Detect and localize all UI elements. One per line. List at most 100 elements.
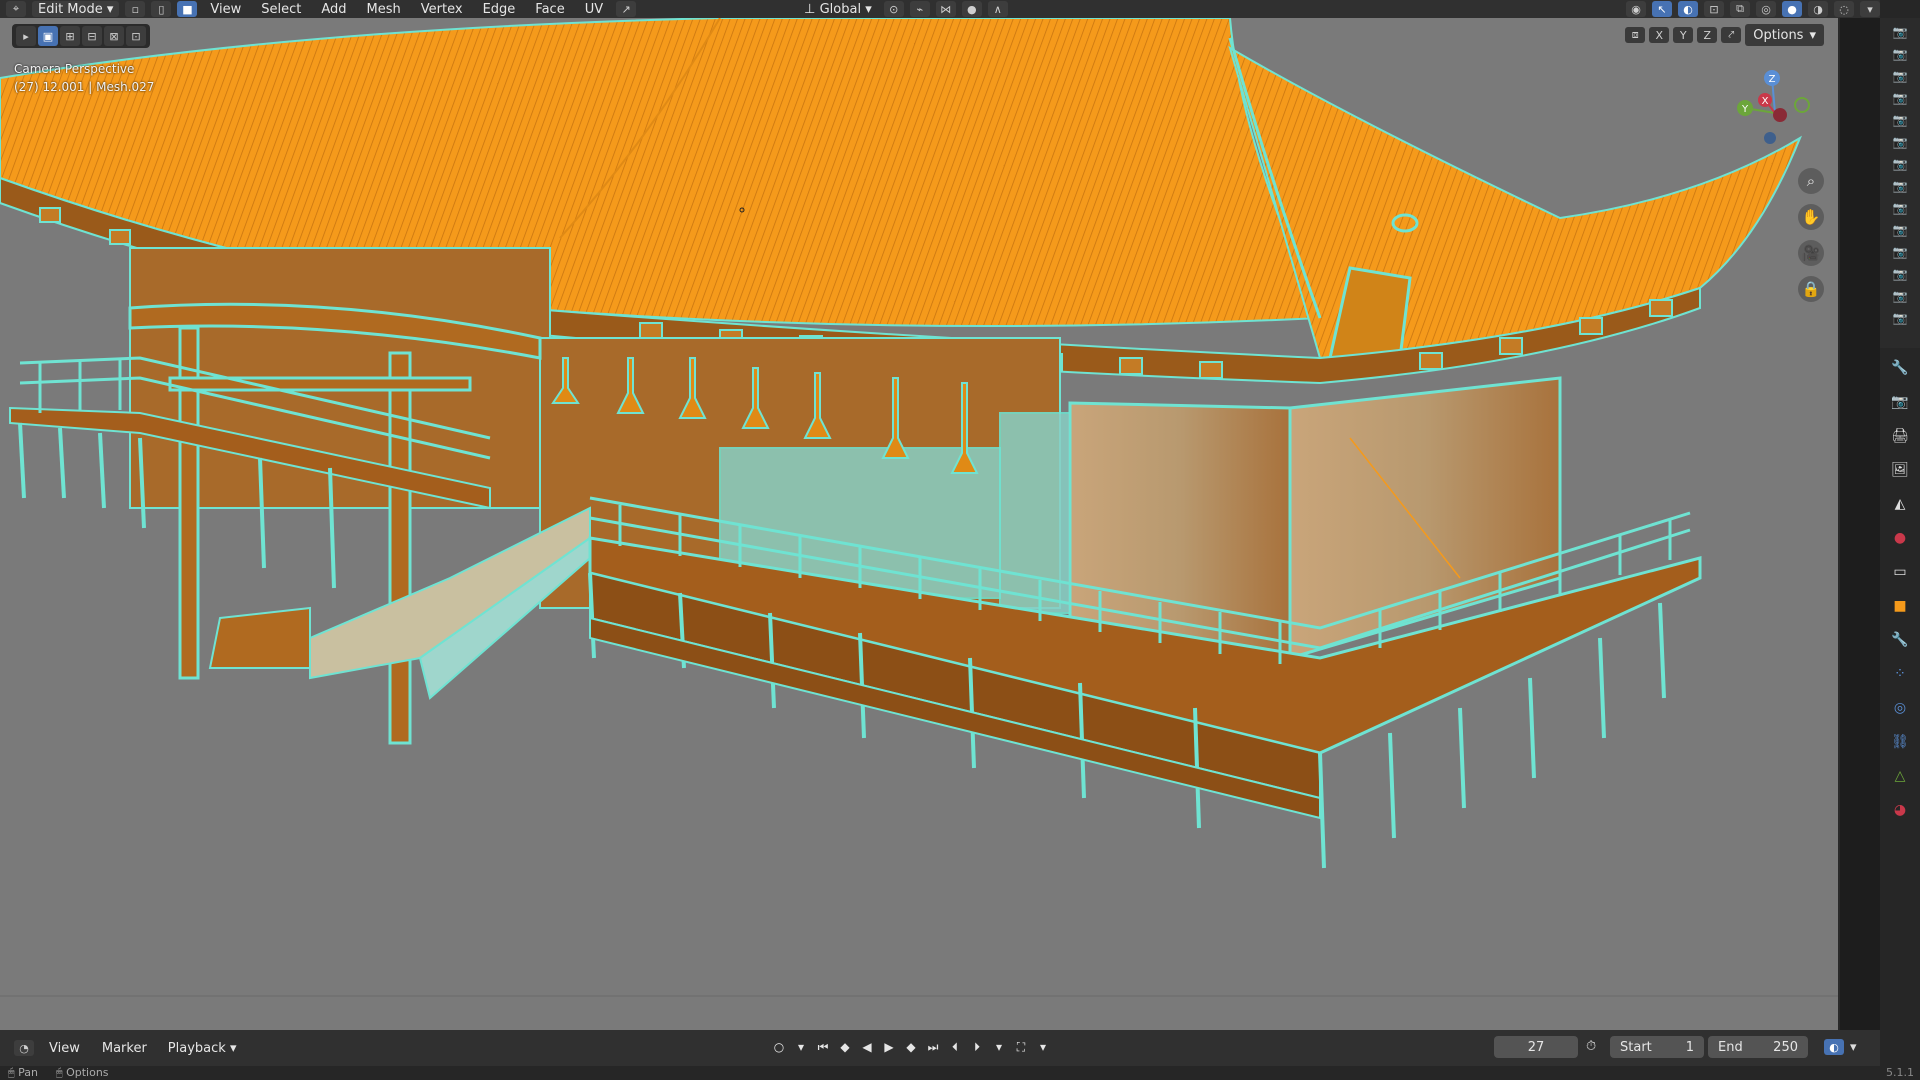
editor-type-icon[interactable]: ⌖	[6, 1, 26, 17]
gizmo-neg-x[interactable]	[1773, 108, 1787, 122]
output-tab-icon[interactable]: 🖨	[1888, 424, 1912, 448]
select-difference-icon[interactable]: ⊠	[104, 26, 124, 46]
xray-toggle-icon[interactable]: ⧉	[1730, 1, 1750, 17]
play-reverse-icon[interactable]: ◀	[858, 1038, 876, 1056]
playback-options-icon[interactable]: ▾	[990, 1038, 1008, 1056]
world-tab-icon[interactable]: ●	[1888, 526, 1912, 550]
axis-x-toggle[interactable]: X	[1649, 27, 1670, 43]
auto-merge-icon[interactable]: ⤤	[1721, 27, 1742, 43]
snap-target-icon[interactable]: ⋈	[935, 1, 956, 17]
data-tab-icon[interactable]: △	[1888, 764, 1912, 788]
scene-tab-icon[interactable]: ◭	[1888, 492, 1912, 516]
camera-visibility-icon[interactable]: 📷	[1892, 310, 1908, 326]
overlay-toggle-icon[interactable]: ◐	[1678, 1, 1698, 17]
camera-visibility-icon[interactable]: 📷	[1892, 244, 1908, 260]
keying-dropdown-icon[interactable]: ▾	[792, 1038, 810, 1056]
select-extend-icon[interactable]: ⊞	[60, 26, 80, 46]
camera-visibility-icon[interactable]: 📷	[1892, 266, 1908, 282]
jump-start-icon[interactable]: ⏮	[814, 1038, 832, 1056]
vertex-select-icon[interactable]: ▫	[125, 1, 146, 17]
next-keyframe-icon[interactable]: ◆	[902, 1038, 920, 1056]
select-intersect-icon[interactable]: ⊡	[126, 26, 146, 46]
camera-visibility-icon[interactable]: 📷	[1892, 134, 1908, 150]
zoom-icon[interactable]: ⌕	[1798, 168, 1824, 194]
end-frame-field[interactable]: End 250	[1708, 1036, 1808, 1058]
start-frame-field[interactable]: Start 1	[1610, 1036, 1704, 1058]
axis-y-toggle[interactable]: Y	[1673, 27, 1694, 43]
material-shading-icon[interactable]: ◑	[1808, 1, 1828, 17]
menu-uv[interactable]: UV	[578, 2, 610, 17]
select-subtract-icon[interactable]: ⊟	[82, 26, 102, 46]
transform-orientation-selector[interactable]: ⊥ Global ▾	[798, 1, 878, 17]
menu-mesh[interactable]: Mesh	[360, 2, 408, 17]
menu-select[interactable]: Select	[254, 2, 308, 17]
view-layer-tab-icon[interactable]: 🖼	[1888, 458, 1912, 482]
shading-options-icon[interactable]: ▾	[1860, 1, 1880, 17]
keying-icon[interactable]: ○	[770, 1038, 788, 1056]
mirror-icon[interactable]: ⧈	[1625, 27, 1646, 43]
camera-view-icon[interactable]: 🎥	[1798, 240, 1824, 266]
select-new-icon[interactable]: ▣	[38, 26, 58, 46]
solid-shading-icon[interactable]: ●	[1782, 1, 1802, 17]
pan-hand-icon[interactable]: ✋	[1798, 204, 1824, 230]
menu-face[interactable]: Face	[528, 2, 571, 17]
constraints-tab-icon[interactable]: ⛓	[1888, 730, 1912, 754]
pivot-point-icon[interactable]: ⊙	[883, 1, 904, 17]
axis-z-toggle[interactable]: Z	[1697, 27, 1718, 43]
auto-keying-icon[interactable]: ⛶	[1012, 1038, 1030, 1056]
prev-frame-icon[interactable]: ⏴	[946, 1038, 964, 1056]
object-tab-icon[interactable]: ■	[1888, 594, 1912, 618]
tool-tab-icon[interactable]: 🔧	[1888, 356, 1912, 380]
menu-vertex[interactable]: Vertex	[414, 2, 470, 17]
falloff-icon[interactable]: ∧	[987, 1, 1008, 17]
tweak-tool-icon[interactable]: ▸	[16, 26, 36, 46]
jump-end-icon[interactable]: ⏭	[924, 1038, 942, 1056]
gizmo-neg-z[interactable]	[1764, 132, 1776, 144]
stopwatch-icon[interactable]: ⏱	[1586, 1039, 1596, 1054]
visibility-icon[interactable]: ◉	[1626, 1, 1646, 17]
snap-icon[interactable]: ⌁	[909, 1, 930, 17]
material-tab-icon[interactable]: ◕	[1888, 798, 1912, 822]
mesh-overlay-icon[interactable]: ⊡	[1704, 1, 1724, 17]
navigation-gizmo[interactable]: Z Y X	[1730, 68, 1820, 158]
wireframe-shading-icon[interactable]: ◎	[1756, 1, 1776, 17]
modifier-tab-icon[interactable]: 🔧	[1888, 628, 1912, 652]
next-frame-icon[interactable]: ⏵	[968, 1038, 986, 1056]
proportional-edit-icon[interactable]: ●	[961, 1, 982, 17]
timeline-overlay-dropdown-icon[interactable]: ▾	[1850, 1040, 1857, 1055]
particles-tab-icon[interactable]: ⁘	[1888, 662, 1912, 686]
camera-visibility-icon[interactable]: 📷	[1892, 288, 1908, 304]
collection-tab-icon[interactable]: ▭	[1888, 560, 1912, 584]
menu-edge[interactable]: Edge	[476, 2, 523, 17]
play-icon[interactable]: ▶	[880, 1038, 898, 1056]
face-select-icon[interactable]: ■	[177, 1, 198, 17]
camera-visibility-icon[interactable]: 📷	[1892, 200, 1908, 216]
uv-sync-icon[interactable]: ↗	[616, 1, 637, 17]
3d-viewport[interactable]: ▸ ▣ ⊞ ⊟ ⊠ ⊡ Camera Perspective (27) 12.0…	[0, 18, 1840, 1030]
camera-visibility-icon[interactable]: 📷	[1892, 68, 1908, 84]
render-tab-icon[interactable]: 📷	[1888, 390, 1912, 414]
edge-select-icon[interactable]: ▯	[151, 1, 172, 17]
gizmo-toggle-icon[interactable]: ↖	[1652, 1, 1672, 17]
rendered-shading-icon[interactable]: ◌	[1834, 1, 1854, 17]
timeline-editor-icon[interactable]: ◔	[14, 1040, 34, 1056]
physics-tab-icon[interactable]: ◎	[1888, 696, 1912, 720]
timeline-overlay-icon[interactable]: ◐	[1824, 1039, 1844, 1055]
gizmo-neg-y[interactable]	[1794, 97, 1810, 113]
prev-keyframe-icon[interactable]: ◆	[836, 1038, 854, 1056]
camera-visibility-icon[interactable]: 📷	[1892, 46, 1908, 62]
menu-add[interactable]: Add	[314, 2, 353, 17]
timeline-menu-marker[interactable]: Marker	[95, 1041, 154, 1056]
mode-selector[interactable]: Edit Mode ▾	[32, 1, 120, 17]
current-frame-field[interactable]: 27	[1494, 1036, 1578, 1058]
camera-visibility-icon[interactable]: 📷	[1892, 112, 1908, 128]
menu-view[interactable]: View	[203, 2, 248, 17]
camera-visibility-icon[interactable]: 📷	[1892, 24, 1908, 40]
timeline-menu-playback[interactable]: Playback ▾	[162, 1040, 243, 1056]
camera-visibility-icon[interactable]: 📷	[1892, 156, 1908, 172]
camera-visibility-icon[interactable]: 📷	[1892, 222, 1908, 238]
lock-icon[interactable]: 🔒	[1798, 276, 1824, 302]
camera-visibility-icon[interactable]: 📷	[1892, 90, 1908, 106]
options-dropdown[interactable]: Options ▾	[1745, 24, 1824, 46]
auto-keying-dropdown-icon[interactable]: ▾	[1034, 1038, 1052, 1056]
